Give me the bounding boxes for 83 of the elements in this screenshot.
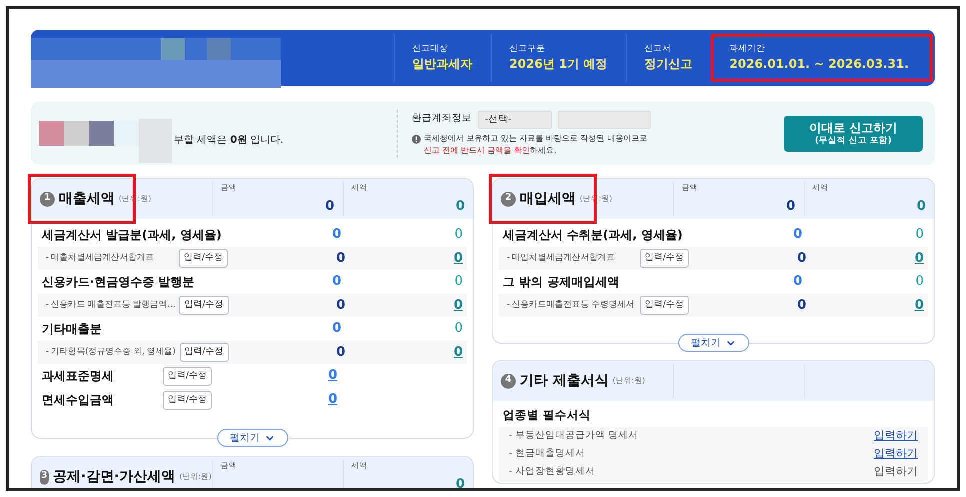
edit-button[interactable]: 입력/수정 xyxy=(640,296,689,315)
row-label: - 신용카드 매출전표등 발행금액… xyxy=(46,299,176,312)
edit-button[interactable]: 입력/수정 xyxy=(162,366,212,386)
amount-value: 0 xyxy=(793,226,802,244)
row-label: - 부동산임대공급가액 명세서 xyxy=(509,428,638,443)
tax-total: 0 xyxy=(916,198,926,216)
row-label: - 현금매출명세서 xyxy=(509,446,586,461)
row-label: 세금계산서 발급분(과세, 영세율) xyxy=(42,227,220,244)
row-label: 그 밖의 공제매입세액 xyxy=(503,274,620,291)
tax-link[interactable]: 0 xyxy=(914,296,924,316)
header-value: 2026년 1기 예정 xyxy=(510,56,608,74)
tax-value: 0 xyxy=(916,226,924,244)
tax-value: 0 xyxy=(454,320,463,338)
amount-value: 0 xyxy=(797,250,806,268)
summary-message: 부할 세액은 0원 입니다. xyxy=(174,134,284,148)
row-label: - 매출처별세금계산서합계표 xyxy=(46,252,156,265)
row-label: 기타매출분 xyxy=(42,321,103,338)
group-label: 업종별 필수서식 xyxy=(503,407,592,424)
section-title: 공제·감면·가산세액 xyxy=(52,468,176,486)
redacted-block xyxy=(89,121,114,146)
amount-value: 0 xyxy=(332,273,342,292)
header-label: 과세기간 xyxy=(730,42,767,56)
amount-value: 0 xyxy=(336,250,346,268)
amount-link[interactable]: 0 xyxy=(328,390,338,410)
warning-icon xyxy=(412,134,421,144)
row-label: - 신용카드매출전표등 수령명세서 xyxy=(507,299,636,312)
amount-value: 0 xyxy=(797,296,806,315)
number-badge: 1 xyxy=(40,192,55,206)
tax-value: 0 xyxy=(454,226,463,244)
notice-warning: 신고 전에 반드시 금액을 확인 xyxy=(424,144,530,156)
expand-button[interactable]: 펼치기 xyxy=(678,334,749,352)
refund-label: 환급계좌정보 xyxy=(412,112,472,126)
header-label: 신고구분 xyxy=(510,42,547,56)
row-label: - 사업장현황명세서 xyxy=(509,464,596,479)
input-link[interactable]: 입력하기 xyxy=(874,446,918,462)
amount-value: 0 xyxy=(332,226,342,244)
header-label: 신고대상 xyxy=(412,42,450,56)
amount-value: 0 xyxy=(336,296,346,315)
edit-button[interactable]: 입력/수정 xyxy=(162,390,212,410)
tax-link[interactable]: 0 xyxy=(454,342,463,362)
tax-link[interactable]: 0 xyxy=(454,248,463,268)
row-label: - 매입처별세금계산서합계표 xyxy=(507,252,616,265)
notice-text: 하세요. xyxy=(530,144,557,156)
amount-total: 0 xyxy=(325,198,334,216)
section-title: 기타 제출서식 xyxy=(520,372,609,390)
amount-total: 0 xyxy=(786,198,796,216)
row-label: 과세표준명세 xyxy=(42,368,115,385)
submit-button[interactable]: 이대로 신고하기 (무실적 신고 포함) xyxy=(784,116,923,152)
edit-button[interactable]: 입력/수정 xyxy=(179,296,229,315)
tax-total: 0 xyxy=(456,476,465,488)
redacted-block xyxy=(64,121,89,146)
row-label: - 기타항목(정규영수증 외, 영세율) xyxy=(46,346,176,359)
row-label: 면세수입금액 xyxy=(42,392,115,409)
tax-link[interactable]: 0 xyxy=(914,248,924,268)
amount-link[interactable]: 0 xyxy=(328,366,338,386)
input-link[interactable]: 입력하기 xyxy=(874,428,918,444)
section-title: 매출세액 xyxy=(59,190,115,208)
edit-button[interactable]: 입력/수정 xyxy=(640,249,689,268)
edit-button[interactable]: 입력/수정 xyxy=(178,249,228,268)
amount-value: 0 xyxy=(793,273,802,292)
tax-value: 0 xyxy=(916,273,924,292)
header-value: 정기신고 xyxy=(644,56,693,74)
number-badge: 4 xyxy=(501,374,516,388)
header-value: 2026.01.01. ~ 2026.03.31. xyxy=(730,56,909,74)
amount-value: 0 xyxy=(332,320,342,338)
bank-select[interactable]: -선택- xyxy=(478,110,552,128)
amount-value: 0 xyxy=(336,344,346,362)
tax-value: 0 xyxy=(454,273,463,292)
number-badge: 2 xyxy=(501,192,516,206)
header-label: 신고서 xyxy=(644,42,673,56)
row-label: 세금계산서 수취분(과세, 영세율) xyxy=(503,227,681,244)
header-value: 일반과세자 xyxy=(412,56,473,74)
redacted-block xyxy=(39,121,64,146)
tax-total: 0 xyxy=(456,198,465,216)
notice-text: 국세청에서 보유하고 있는 자료를 바탕으로 작성된 내용이므로 xyxy=(424,132,648,144)
number-badge: 3 xyxy=(40,470,49,484)
row-label: 신용카드·현금영수증 발행분 xyxy=(42,274,196,291)
account-field[interactable] xyxy=(558,110,651,128)
edit-button[interactable]: 입력/수정 xyxy=(180,343,229,362)
input-link[interactable]: 입력하기 xyxy=(874,464,918,480)
tax-link[interactable]: 0 xyxy=(454,296,463,316)
expand-button[interactable]: 펼치기 xyxy=(217,429,288,447)
section-title: 매입세액 xyxy=(520,190,576,208)
